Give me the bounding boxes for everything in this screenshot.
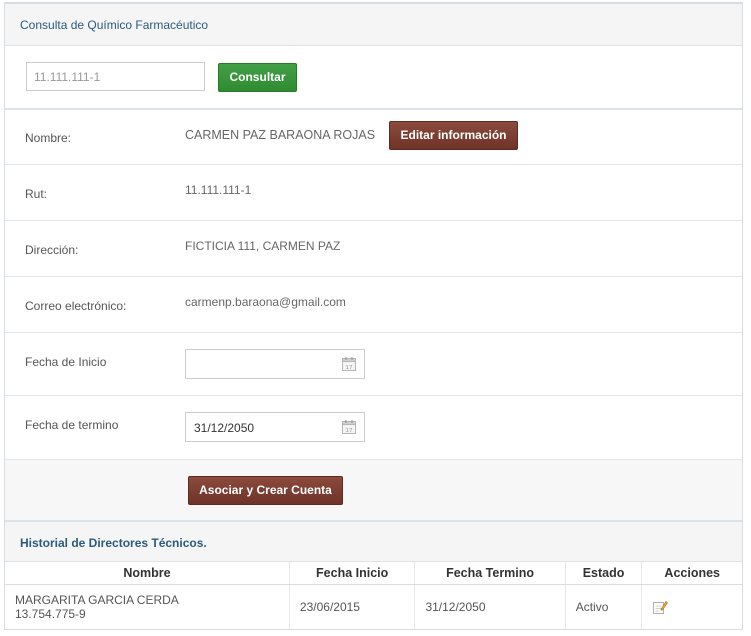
cell-acciones [642, 585, 742, 630]
table-header-row: Nombre Fecha Inicio Fecha Termino Estado… [5, 562, 742, 585]
history-table: Nombre Fecha Inicio Fecha Termino Estado… [5, 562, 742, 629]
cell-fecha-termino: 31/12/2050 [414, 584, 566, 629]
edit-icon[interactable] [652, 599, 669, 615]
direccion-label: Dirección: [25, 243, 79, 257]
row-rut: 13.754.775-9 [15, 607, 86, 621]
rut-value: 11.111.111-1 [185, 183, 252, 197]
column-header-nombre: Nombre [5, 562, 290, 585]
column-header-fecha-inicio: Fecha Inicio [289, 562, 416, 585]
correo-label: Correo electrónico: [25, 299, 127, 313]
divider [5, 332, 742, 333]
panel-header: Consulta de Químico Farmacéutico [5, 4, 742, 46]
form-footer [5, 460, 742, 520]
calendar-icon[interactable]: 17 [341, 419, 357, 435]
rut-search-input[interactable] [26, 62, 205, 91]
column-header-acciones: Acciones [641, 562, 742, 585]
divider [5, 220, 742, 221]
calendar-icon[interactable]: 17 [341, 356, 357, 372]
cell-fecha-inicio: 23/06/2015 [289, 584, 416, 629]
svg-text:17: 17 [346, 428, 353, 434]
divider [5, 395, 742, 396]
fecha-termino-input[interactable]: 31/12/2050 17 [185, 412, 365, 442]
fecha-inicio-input[interactable]: 17 [185, 349, 365, 379]
rut-label: Rut: [25, 187, 48, 201]
fecha-termino-value: 31/12/2050 [194, 421, 255, 435]
nombre-value: CARMEN PAZ BARAONA ROJAS [185, 128, 376, 142]
history-title: Historial de Directores Técnicos. [20, 536, 207, 550]
row-nombre: MARGARITA GARCIA CERDA [15, 593, 179, 607]
table-row: MARGARITA GARCIA CERDA 13.754.775-9 23/0… [5, 584, 742, 630]
cell-estado: Activo [565, 584, 643, 629]
history-header: Historial de Directores Técnicos. [5, 522, 742, 562]
direccion-value: FICTICIA 111, CARMEN PAZ [185, 239, 341, 253]
divider [5, 164, 742, 165]
column-header-estado: Estado [565, 562, 643, 585]
asociar-crear-cuenta-button[interactable]: Asociar y Crear Cuenta [188, 476, 343, 505]
panel-title: Consulta de Químico Farmacéutico [20, 18, 209, 32]
divider [5, 108, 742, 110]
fecha-termino-label: Fecha de termino [25, 418, 119, 432]
consultar-button[interactable]: Consultar [218, 63, 297, 92]
fecha-inicio-label: Fecha de Inicio [25, 355, 107, 369]
nombre-label: Nombre: [25, 131, 72, 145]
consulta-panel: Consulta de Químico Farmacéutico Consult… [4, 2, 743, 630]
svg-text:17: 17 [346, 365, 353, 371]
cell-nombre: MARGARITA GARCIA CERDA 13.754.775-9 [5, 584, 290, 629]
divider [5, 276, 742, 277]
column-header-fecha-termino: Fecha Termino [414, 562, 566, 585]
editar-informacion-button[interactable]: Editar información [389, 121, 518, 150]
correo-value: carmenp.baraona@gmail.com [185, 295, 346, 309]
